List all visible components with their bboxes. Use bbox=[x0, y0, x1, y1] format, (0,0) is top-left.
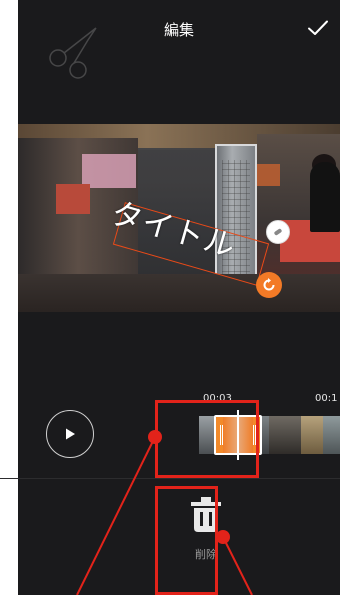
play-icon bbox=[66, 428, 75, 440]
annotation-box-clip bbox=[155, 400, 259, 478]
annotation-box-delete bbox=[155, 486, 218, 595]
page-title: 編集 bbox=[163, 20, 194, 39]
annotation-dot bbox=[148, 430, 162, 444]
checkmark-icon[interactable] bbox=[306, 16, 330, 40]
play-button[interactable] bbox=[46, 410, 94, 458]
pin-icon[interactable] bbox=[266, 220, 290, 244]
rotate-icon[interactable] bbox=[256, 272, 282, 298]
timestamp: 00:1 bbox=[315, 393, 338, 404]
annotation-dot bbox=[216, 530, 230, 544]
scissors-icon bbox=[49, 27, 97, 79]
toolbar-divider bbox=[0, 478, 340, 479]
